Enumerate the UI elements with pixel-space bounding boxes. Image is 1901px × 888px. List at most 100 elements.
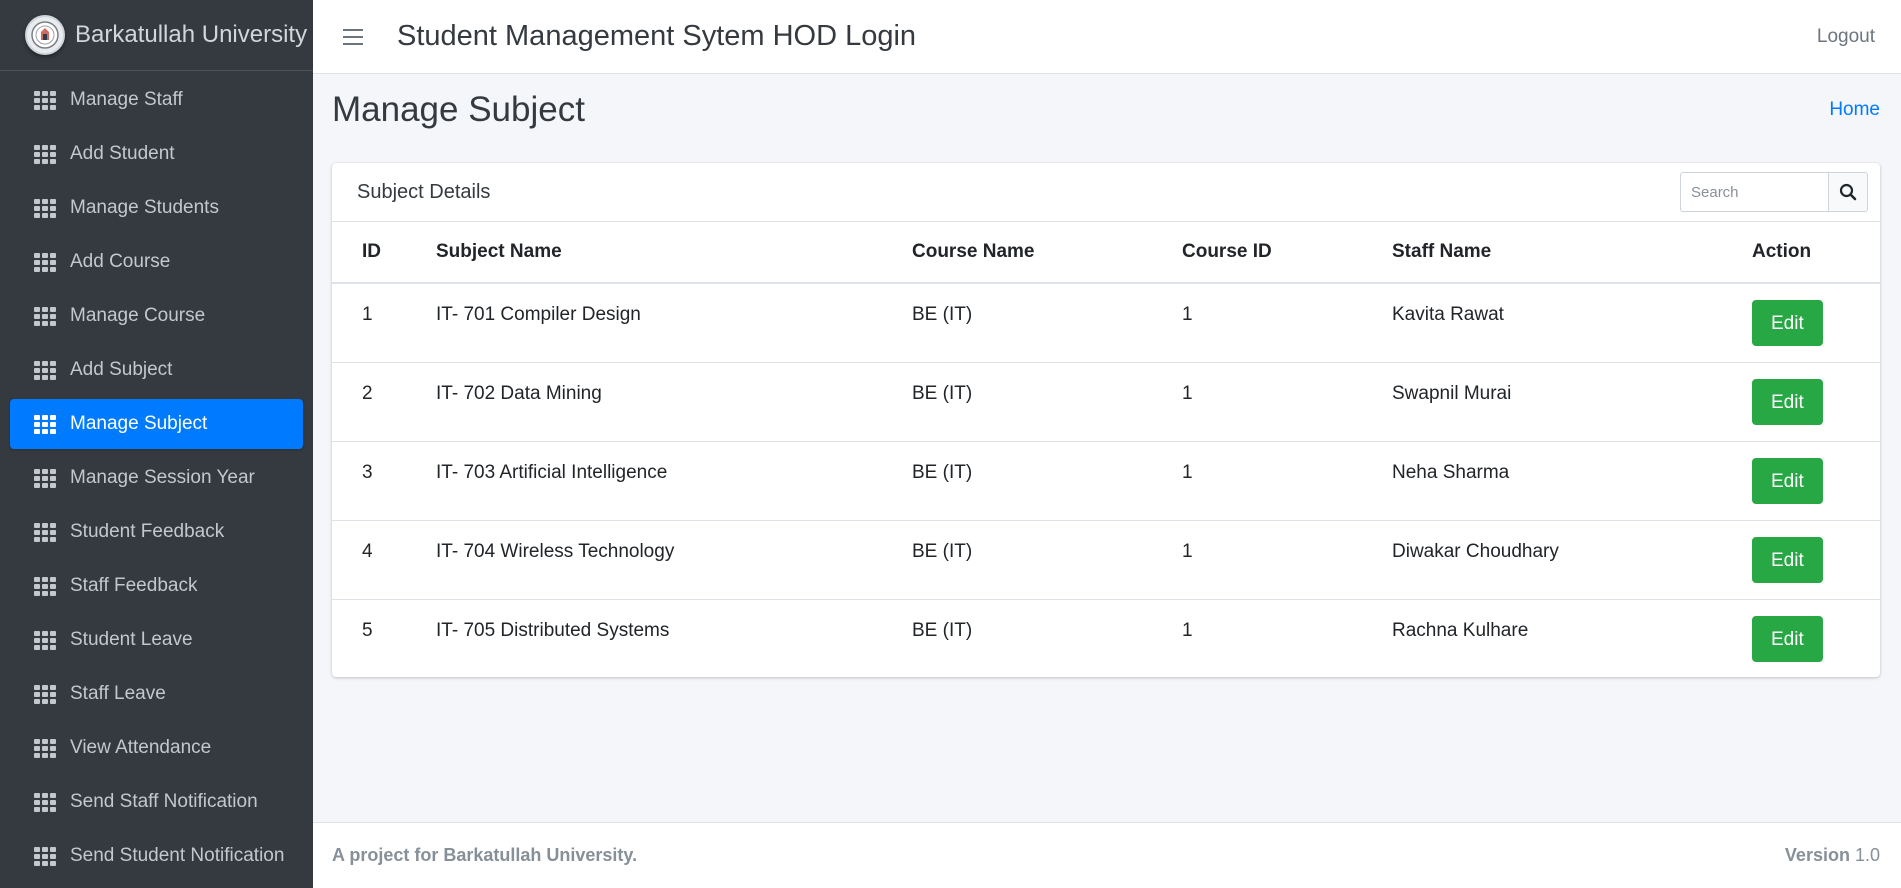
sidebar-item-student-feedback[interactable]: Student Feedback: [10, 507, 303, 557]
sidebar-item-label: Student Leave: [70, 629, 193, 650]
grid-icon: [34, 793, 56, 812]
sidebar-item-manage-subject[interactable]: Manage Subject: [10, 399, 303, 449]
version-label: Version: [1784, 845, 1850, 865]
grid-icon: [34, 577, 56, 596]
sidebar-item-label: View Attendance: [70, 737, 212, 758]
sidebar-item-label: Send Staff Notification: [70, 791, 258, 812]
card-title: Subject Details: [357, 180, 491, 203]
search-button[interactable]: [1828, 172, 1868, 212]
brand[interactable]: Barkatullah University: [0, 0, 313, 71]
cell-subject-name: IT- 703 Artificial Intelligence: [436, 440, 912, 520]
sidebar-item-send-student-notification[interactable]: Send Student Notification: [10, 831, 303, 881]
column-header-subject-name: Subject Name: [436, 222, 912, 284]
cell-action: Edit: [1752, 440, 1880, 520]
cell-course-name: BE (IT): [912, 440, 1182, 520]
column-header-course-id: Course ID: [1182, 222, 1392, 284]
sidebar-item-manage-staff[interactable]: Manage Staff: [10, 75, 303, 125]
table-header-row: ID Subject Name Course Name Course ID St…: [332, 222, 1880, 284]
cell-course-id: 1: [1182, 304, 1193, 325]
edit-button[interactable]: Edit: [1752, 615, 1823, 662]
sidebar-item-send-staff-notification[interactable]: Send Staff Notification: [10, 777, 303, 827]
sidebar-item-label: Manage Subject: [70, 413, 208, 434]
sidebar-item-label: Manage Staff: [70, 89, 183, 110]
sidebar-item-staff-leave[interactable]: Staff Leave: [10, 669, 303, 719]
top-navbar: Student Management Sytem HOD Login Logou…: [313, 0, 1901, 74]
menu-toggle-icon[interactable]: [343, 28, 363, 45]
sidebar: Barkatullah University Manage Staff Add …: [0, 0, 313, 888]
sidebar-item-manage-session-year[interactable]: Manage Session Year: [10, 453, 303, 503]
card-header: Subject Details: [332, 163, 1880, 222]
cell-action: Edit: [1752, 283, 1880, 362]
edit-button[interactable]: Edit: [1752, 300, 1823, 346]
grid-icon: [34, 847, 56, 866]
university-seal-icon: [25, 15, 65, 55]
grid-icon: [34, 631, 56, 650]
cell-subject-name: IT- 702 Data Mining: [436, 361, 912, 441]
sidebar-nav: Manage Staff Add Student Manage Students…: [0, 75, 313, 881]
grid-icon: [34, 739, 56, 758]
sidebar-item-label: Staff Feedback: [70, 575, 198, 596]
sidebar-item-staff-feedback[interactable]: Staff Feedback: [10, 561, 303, 611]
sidebar-item-view-attendance[interactable]: View Attendance: [10, 723, 303, 773]
grid-icon: [34, 415, 56, 434]
cell-course-id: 1: [1182, 361, 1392, 441]
sidebar-item-manage-students[interactable]: Manage Students: [10, 183, 303, 233]
cell-id: 5: [332, 598, 436, 678]
table-row: 5 IT- 705 Distributed Systems BE (IT) 1 …: [332, 598, 1880, 678]
breadcrumb-home-link[interactable]: Home: [1829, 99, 1880, 121]
content-header: Manage Subject Home: [332, 90, 1880, 130]
cell-id: 2: [332, 361, 436, 441]
column-header-id: ID: [332, 222, 436, 284]
grid-icon: [34, 361, 56, 380]
cell-staff-name: Kavita Rawat: [1392, 304, 1504, 325]
sidebar-item-label: Add Student: [70, 143, 175, 164]
grid-icon: [34, 523, 56, 542]
edit-button[interactable]: Edit: [1752, 378, 1823, 425]
grid-icon: [34, 199, 56, 218]
cell-staff-name: Diwakar Choudhary: [1392, 519, 1752, 599]
table-row: 1 IT- 701 Compiler Design BE (IT) 1 Kavi…: [332, 283, 1880, 362]
cell-id: 4: [332, 519, 436, 599]
footer: A project for Barkatullah University. Ve…: [313, 822, 1901, 888]
cell-course-name: BE (IT): [912, 304, 973, 325]
sidebar-item-label: Send Student Notification: [70, 845, 285, 866]
logout-link[interactable]: Logout: [1817, 26, 1875, 48]
grid-icon: [34, 307, 56, 326]
grid-icon: [34, 145, 56, 164]
cell-course-id: 1: [1182, 598, 1392, 678]
sidebar-item-manage-course[interactable]: Manage Course: [10, 291, 303, 341]
sidebar-item-student-leave[interactable]: Student Leave: [10, 615, 303, 665]
cell-staff-name: Neha Sharma: [1392, 440, 1752, 520]
column-header-course-name: Course Name: [912, 222, 1182, 284]
cell-subject-name: IT- 701 Compiler Design: [436, 304, 641, 325]
cell-id: 3: [332, 440, 436, 520]
edit-button[interactable]: Edit: [1752, 457, 1823, 504]
sidebar-item-label: Add Course: [70, 251, 171, 272]
page-title: Manage Subject: [332, 90, 585, 129]
column-header-action: Action: [1752, 222, 1880, 284]
grid-icon: [34, 91, 56, 110]
cell-course-name: BE (IT): [912, 519, 1182, 599]
table-row: 4 IT- 704 Wireless Technology BE (IT) 1 …: [332, 519, 1880, 599]
header-title: Student Management Sytem HOD Login: [397, 20, 917, 52]
subject-table: ID Subject Name Course Name Course ID St…: [332, 222, 1880, 678]
sidebar-item-label: Student Feedback: [70, 521, 225, 542]
cell-action: Edit: [1752, 519, 1880, 599]
cell-staff-name: Swapnil Murai: [1392, 361, 1752, 441]
cell-action: Edit: [1752, 598, 1880, 678]
sidebar-item-add-course[interactable]: Add Course: [10, 237, 303, 287]
sidebar-item-add-subject[interactable]: Add Subject: [10, 345, 303, 395]
subject-details-card: Subject Details ID Subject Name Course N…: [332, 163, 1880, 678]
search-input[interactable]: [1680, 172, 1828, 212]
cell-course-id: 1: [1182, 519, 1392, 599]
cell-course-id: 1: [1182, 440, 1392, 520]
version-info: Version 1.0: [1785, 845, 1880, 866]
cell-course-name: BE (IT): [912, 361, 1182, 441]
sidebar-item-label: Manage Session Year: [70, 467, 255, 488]
grid-icon: [34, 253, 56, 272]
cell-subject-name: IT- 704 Wireless Technology: [436, 519, 912, 599]
sidebar-item-add-student[interactable]: Add Student: [10, 129, 303, 179]
edit-button[interactable]: Edit: [1752, 536, 1823, 583]
search-group: [1680, 172, 1868, 212]
table-row: 3 IT- 703 Artificial Intelligence BE (IT…: [332, 440, 1880, 520]
